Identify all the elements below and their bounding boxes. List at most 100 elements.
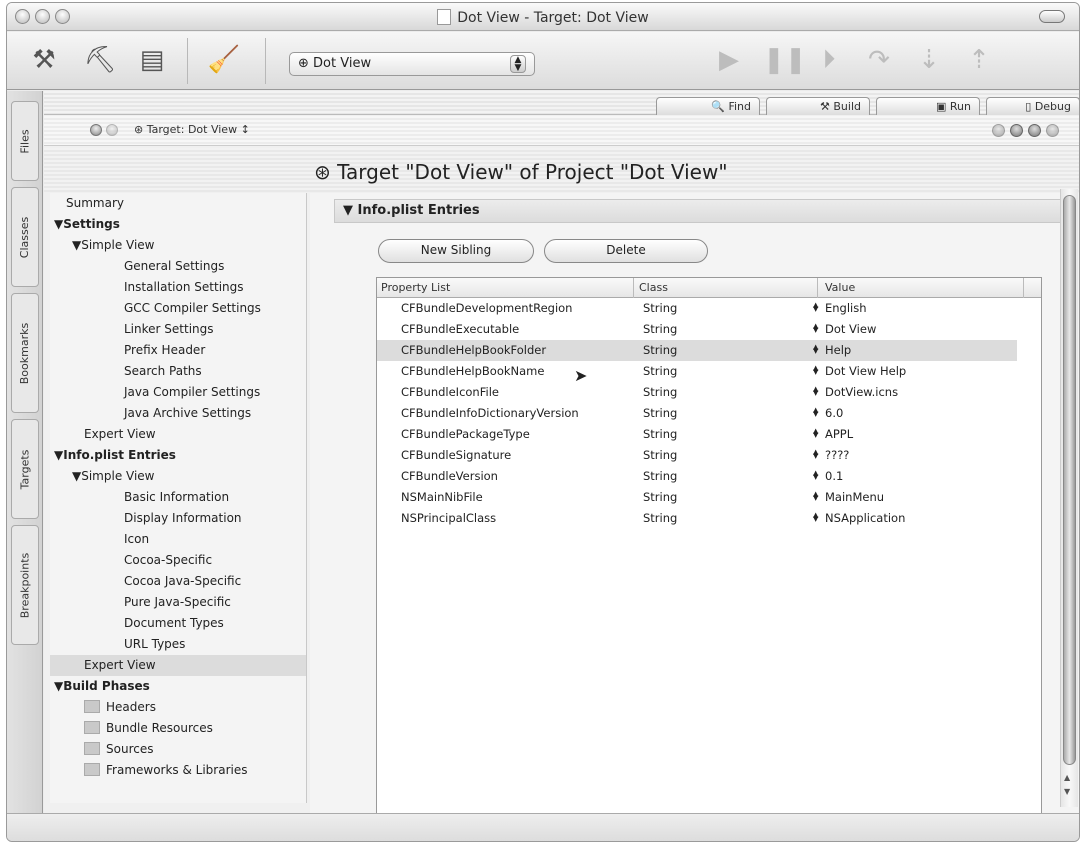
column-header-property-list[interactable]: Property List <box>381 281 450 294</box>
property-key-cell[interactable]: CFBundleInfoDictionaryVersion <box>401 403 579 424</box>
property-key-cell[interactable]: CFBundleHelpBookFolder <box>401 340 546 361</box>
scroll-up-arrow[interactable]: ▲ <box>1064 773 1070 782</box>
sidebar-item[interactable]: Sources <box>50 739 306 760</box>
class-cell[interactable]: String <box>643 508 677 529</box>
sidebar-item[interactable]: Cocoa-Specific <box>50 550 306 571</box>
sidebar-item[interactable]: URL Types <box>50 634 306 655</box>
table-row[interactable]: CFBundleIconFile String ▲ ▼ DotView.icns <box>377 382 1017 403</box>
delete-button[interactable]: Delete <box>544 239 708 263</box>
table-row[interactable]: NSMainNibFile String ▲ ▼ MainMenu <box>377 487 1017 508</box>
hammer-clean-icon[interactable]: ⛏ <box>83 43 117 77</box>
class-cell[interactable]: String <box>643 403 677 424</box>
sidebar-item[interactable]: ▼Simple View <box>50 235 306 256</box>
sidebar-item[interactable]: Expert View <box>50 655 306 676</box>
section-header[interactable]: ▼ Info.plist Entries <box>334 199 1064 223</box>
sidebar-item[interactable]: Icon <box>50 529 306 550</box>
find-button[interactable]: 🔍 Find <box>656 97 760 115</box>
value-cell[interactable]: ▲ ▼ 6.0 <box>813 403 843 424</box>
sidebar-item[interactable]: Java Compiler Settings <box>50 382 306 403</box>
vertical-scrollbar[interactable]: ▲ ▼ <box>1060 189 1078 807</box>
step-icon[interactable]: ⏵ <box>813 45 845 76</box>
sidebar-item[interactable]: Display Information <box>50 508 306 529</box>
active-target-popup[interactable]: ⊕ Dot View ▲ ▼ <box>289 52 535 76</box>
table-row[interactable]: CFBundleInfoDictionaryVersion String ▲ ▼ 6.0 <box>377 403 1017 424</box>
build-button[interactable]: ⚒ Build <box>766 97 870 115</box>
property-key-cell[interactable]: CFBundleIconFile <box>401 382 499 403</box>
property-key-cell[interactable]: CFBundleHelpBookName <box>401 361 544 382</box>
value-cell[interactable]: ▲ ▼ 0.1 <box>813 466 843 487</box>
value-stepper-icon[interactable]: ▲ ▼ <box>813 344 821 355</box>
sidebar-item[interactable]: ▼Settings <box>50 214 306 235</box>
table-row[interactable]: CFBundleSignature String ▲ ▼???? <box>377 445 1017 466</box>
tab-classes[interactable]: Classes <box>11 187 39 287</box>
property-key-cell[interactable]: CFBundleExecutable <box>401 319 519 340</box>
hammer-icon[interactable]: ⚒ <box>27 43 61 77</box>
value-cell[interactable]: ▲ ▼ Dot View <box>813 319 876 340</box>
sidebar-item[interactable]: ▼Info.plist Entries <box>50 445 306 466</box>
scroll-down-arrow[interactable]: ▼ <box>1064 787 1070 796</box>
build-and-go-icon[interactable]: ▤ <box>135 43 169 77</box>
tab-breakpoints[interactable]: Breakpoints <box>11 525 39 645</box>
sidebar-item[interactable]: Installation Settings <box>50 277 306 298</box>
table-row[interactable]: NSPrincipalClass String ▲ ▼ NSApplication <box>377 508 1017 529</box>
nav-circle-button-3[interactable] <box>1028 124 1041 137</box>
value-stepper-icon[interactable]: ▲ ▼ <box>813 323 821 334</box>
sidebar-item[interactable]: General Settings <box>50 256 306 277</box>
play-icon[interactable]: ▶ <box>713 45 745 75</box>
value-cell[interactable]: ▲ ▼ English <box>813 298 867 319</box>
table-row[interactable]: CFBundleHelpBookName String ▲ ▼ Dot View Hel… <box>377 361 1017 382</box>
value-cell[interactable]: ▲ ▼ DotView.icns <box>813 382 898 403</box>
table-row[interactable]: CFBundleVersion String ▲ ▼ 0.1 <box>377 466 1017 487</box>
property-key-cell[interactable]: CFBundleVersion <box>401 466 498 487</box>
sidebar-item[interactable]: Frameworks & Libraries <box>50 760 306 781</box>
tab-targets[interactable]: Targets <box>11 419 39 519</box>
class-cell[interactable]: String <box>643 361 677 382</box>
class-cell[interactable]: String <box>643 340 677 361</box>
disclosure-triangle-icon[interactable]: ▼ <box>72 238 81 252</box>
forward-button[interactable] <box>106 124 118 136</box>
table-row[interactable]: CFBundleHelpBookFolder String ▲ ▼ Help <box>377 340 1017 361</box>
debug-button[interactable]: ▯ Debug <box>986 97 1079 115</box>
target-selector[interactable]: ⊛ Target: Dot View ↕ <box>134 123 250 136</box>
column-header-class[interactable]: Class <box>639 281 668 294</box>
property-key-cell[interactable]: CFBundleSignature <box>401 445 511 466</box>
value-stepper-icon[interactable]: ▲ ▼ <box>813 470 821 481</box>
property-key-cell[interactable]: NSPrincipalClass <box>401 508 496 529</box>
value-cell[interactable]: ▲ ▼ Dot View Help <box>813 361 906 382</box>
nav-circle-button-2[interactable] <box>1010 124 1023 137</box>
value-stepper-icon[interactable]: ▲ ▼ <box>813 512 821 523</box>
sidebar-item[interactable]: GCC Compiler Settings <box>50 298 306 319</box>
value-stepper-icon[interactable]: ▲ ▼ <box>813 449 821 460</box>
sidebar-item[interactable]: Prefix Header <box>50 340 306 361</box>
class-cell[interactable]: String <box>643 382 677 403</box>
table-row[interactable]: CFBundleExecutable String ▲ ▼ Dot View <box>377 319 1017 340</box>
sidebar-item[interactable]: Expert View <box>50 424 306 445</box>
value-stepper-icon[interactable]: ▲ ▼ <box>813 428 821 439</box>
value-cell[interactable]: ▲ ▼ APPL <box>813 424 853 445</box>
pause-icon[interactable]: ❚❚ <box>763 45 807 75</box>
sidebar-item[interactable]: Java Archive Settings <box>50 403 306 424</box>
disclosure-triangle-icon[interactable]: ▼ <box>54 217 63 231</box>
value-cell[interactable]: ▲ ▼???? <box>813 445 849 466</box>
value-stepper-icon[interactable]: ▲ ▼ <box>813 386 821 397</box>
property-key-cell[interactable]: CFBundlePackageType <box>401 424 530 445</box>
value-cell[interactable]: ▲ ▼ MainMenu <box>813 487 884 508</box>
class-cell[interactable]: String <box>643 487 677 508</box>
property-key-cell[interactable]: NSMainNibFile <box>401 487 483 508</box>
sidebar-item[interactable]: Headers <box>50 697 306 718</box>
broom-icon[interactable]: 🧹 <box>207 43 241 77</box>
table-row[interactable]: CFBundlePackageType String ▲ ▼ APPL <box>377 424 1017 445</box>
nav-circle-button-1[interactable] <box>992 124 1005 137</box>
class-cell[interactable]: String <box>643 445 677 466</box>
nav-circle-button-4[interactable] <box>1046 124 1059 137</box>
value-cell[interactable]: ▲ ▼ Help <box>813 340 851 361</box>
value-stepper-icon[interactable]: ▲ ▼ <box>813 491 821 502</box>
sidebar-item[interactable]: Bundle Resources <box>50 718 306 739</box>
sidebar-item[interactable]: Basic Information <box>50 487 306 508</box>
property-key-cell[interactable]: CFBundleDevelopmentRegion <box>401 298 572 319</box>
value-stepper-icon[interactable]: ▲ ▼ <box>813 302 821 313</box>
sidebar-item[interactable]: Search Paths <box>50 361 306 382</box>
step-out-icon[interactable]: ⇡ <box>963 45 995 75</box>
class-cell[interactable]: String <box>643 298 677 319</box>
sidebar-item[interactable]: ▼Simple View <box>50 466 306 487</box>
